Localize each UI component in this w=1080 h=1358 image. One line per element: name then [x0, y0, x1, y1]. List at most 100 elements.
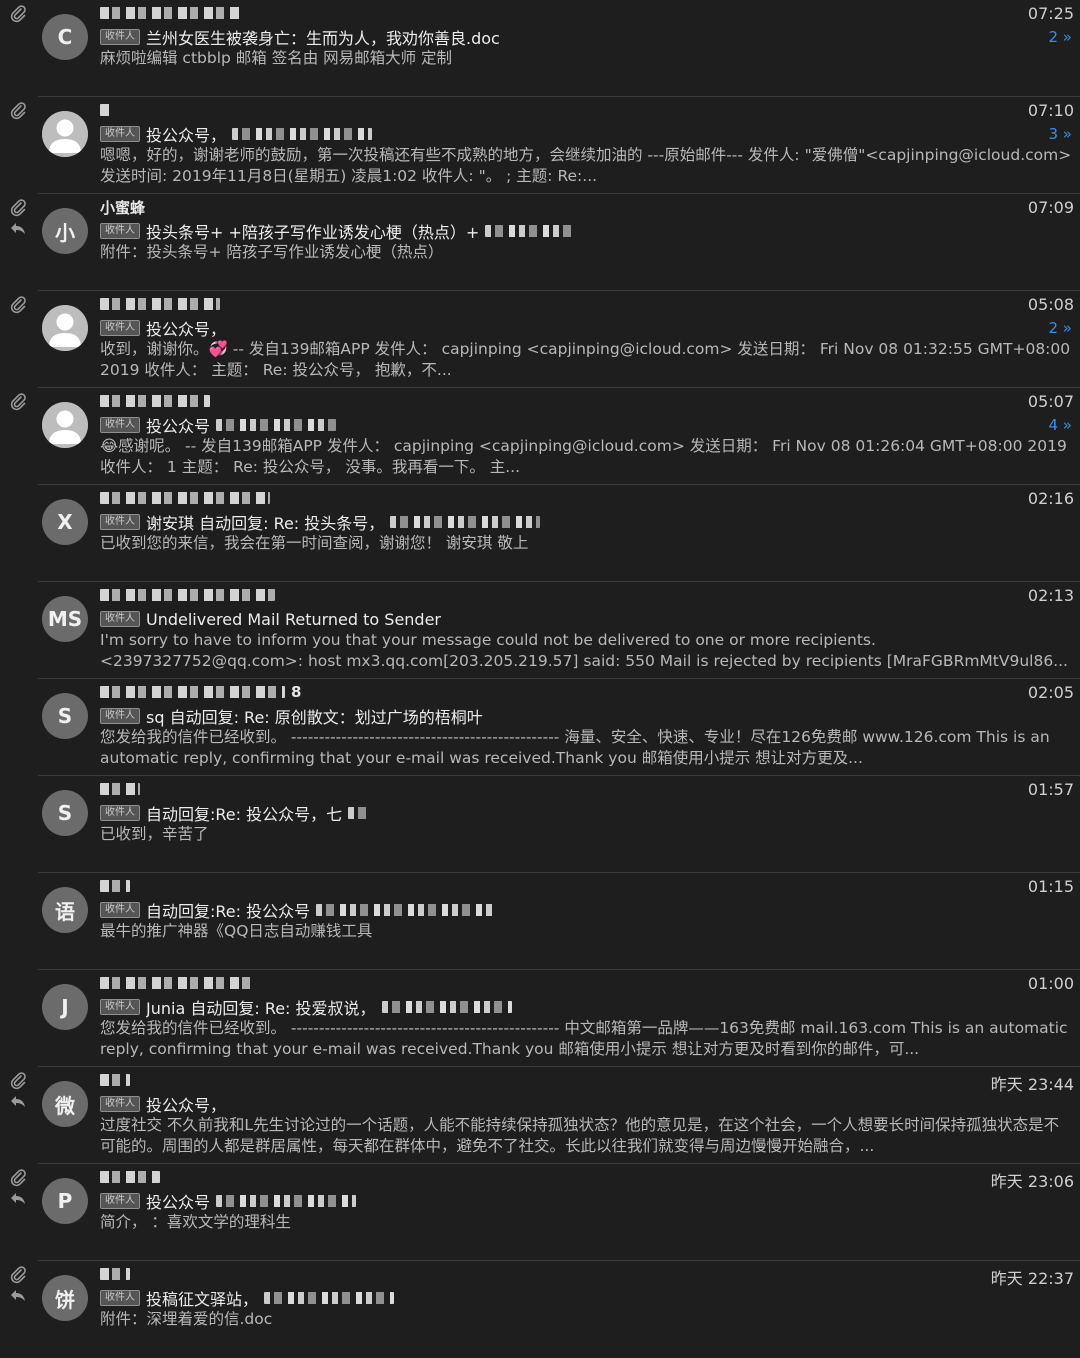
- message-row[interactable]: J 01:00 收件人 Junia 自动回复: Re: 投爱叔说， 您发给我的信…: [38, 970, 1080, 1067]
- preview-text: 已收到，辛苦了: [100, 825, 209, 843]
- avatar-initial: X: [57, 510, 73, 534]
- preview-text: 嗯嗯，好的，谢谢老师的鼓励，第一次投稿还有些不成熟的地方，会继续加油的 ---原…: [100, 146, 1072, 185]
- redacted-subject: [216, 1195, 357, 1207]
- message-row[interactable]: S 01:57 收件人 自动回复:Re: 投公众号，七 已收到，辛苦了: [38, 776, 1080, 873]
- attachment-icon: [10, 1266, 26, 1284]
- avatar: S: [42, 790, 88, 836]
- message-list: C 07:25 2 » 收件人 兰州女医生被袭身亡：生而为人，我劝你善良.doc…: [0, 0, 1080, 1358]
- message-row[interactable]: 05:07 4 » 收件人 投公众号 😂感谢呢。 -- 发自139邮箱APP 发…: [10, 388, 1080, 485]
- preview-text: 麻烦啦编辑 ctbblp 邮箱 签名由 网易邮箱大师 定制: [100, 49, 453, 67]
- subject-line: 收件人 投公众号: [100, 414, 1020, 436]
- subject-line: 收件人 投头条号+ +陪孩子写作业诱发心梗（热点）+: [100, 220, 1020, 242]
- recipient-tag: 收件人: [100, 1290, 140, 1306]
- message-row[interactable]: S 8 02:05 收件人 sq 自动回复: Re: 原创散文：划过广场的梧桐叶…: [38, 679, 1080, 776]
- sender: [100, 293, 800, 315]
- sender: [100, 487, 800, 509]
- message-row[interactable]: 小 小蜜蜂 07:09 收件人 投头条号+ +陪孩子写作业诱发心梗（热点）+ 附…: [10, 194, 1080, 291]
- thread-count[interactable]: 2 »: [1049, 28, 1073, 46]
- message-row[interactable]: 语 01:15 收件人 自动回复:Re: 投公众号 最牛的推广神器《QQ日志自动…: [38, 873, 1080, 970]
- message-row[interactable]: 饼 昨天 22:37 收件人 投稿征文驿站， 附件：深埋着爱的信.doc: [10, 1261, 1080, 1358]
- message-row[interactable]: X 02:16 收件人 谢安琪 自动回复: Re: 投头条号， 已收到您的来信，…: [38, 485, 1080, 582]
- sender: 8: [100, 681, 800, 703]
- avatar: C: [42, 14, 88, 60]
- status-icons: [0, 1168, 36, 1206]
- preview-text: I'm sorry to have to inform you that you…: [100, 631, 1068, 670]
- subject-line: 收件人 兰州女医生被袭身亡：生而为人，我劝你善良.doc: [100, 26, 1020, 48]
- message-row[interactable]: 07:10 3 » 收件人 投公众号， 嗯嗯，好的，谢谢老师的鼓励，第一次投稿还…: [10, 97, 1080, 194]
- redacted-subject: [316, 904, 497, 916]
- redacted-sender: [100, 783, 140, 795]
- subject-line: 收件人 投公众号: [100, 1190, 1020, 1212]
- subject: 兰州女医生被袭身亡：生而为人，我劝你善良.doc: [146, 29, 500, 48]
- subject-line: 收件人 谢安琪 自动回复: Re: 投头条号，: [100, 511, 1020, 533]
- received-time: 01:57: [1027, 780, 1074, 799]
- redacted-sender: [100, 298, 220, 310]
- received-time: 02:05: [1027, 683, 1074, 702]
- avatar: MS: [42, 596, 88, 642]
- avatar: 语: [42, 887, 88, 933]
- thread-count[interactable]: 3 »: [1049, 125, 1073, 143]
- thread-count[interactable]: 2 »: [1049, 319, 1073, 337]
- subject: sq 自动回复: Re: 原创散文：划过广场的梧桐叶: [146, 708, 483, 727]
- avatar-initial: S: [57, 704, 73, 728]
- avatar: P: [42, 1178, 88, 1224]
- preview-text: 简介， ：喜欢文学的理科生: [100, 1213, 291, 1231]
- attachment-icon: [10, 393, 26, 411]
- avatar-initial: 饼: [55, 1287, 75, 1312]
- avatar-initial: J: [61, 995, 69, 1019]
- avatar: 小: [42, 208, 88, 254]
- subject: 投公众号，: [146, 1096, 227, 1115]
- message-row[interactable]: MS 02:13 收件人 Undelivered Mail Returned t…: [38, 582, 1080, 679]
- sender: [100, 584, 800, 606]
- subject: 投公众号，: [146, 126, 227, 145]
- received-time: 02:13: [1027, 586, 1074, 605]
- redacted-subject: [485, 225, 576, 237]
- recipient-tag: 收件人: [100, 126, 140, 142]
- avatar-initial: 微: [55, 1093, 75, 1118]
- message-row[interactable]: C 07:25 2 » 收件人 兰州女医生被袭身亡：生而为人，我劝你善良.doc…: [10, 0, 1080, 97]
- received-time: 昨天 23:06: [990, 1172, 1074, 1191]
- redacted-sender: [100, 1074, 130, 1086]
- message-row[interactable]: 微 昨天 23:44 收件人 投公众号， 过度社交 不久前我和L先生讨论过的一个…: [10, 1067, 1080, 1164]
- status-icons: [0, 392, 36, 412]
- recipient-tag: 收件人: [100, 29, 140, 45]
- subject: Undelivered Mail Returned to Sender: [146, 609, 441, 629]
- message-row[interactable]: 05:08 2 » 收件人 投公众号， 收到，谢谢你。💞 -- 发自139邮箱A…: [10, 291, 1080, 388]
- avatar: X: [42, 499, 88, 545]
- redacted-subject: [232, 128, 373, 140]
- message-row[interactable]: P 昨天 23:06 收件人 投公众号 简介， ：喜欢文学的理科生: [10, 1164, 1080, 1261]
- thread-count[interactable]: 4 »: [1049, 416, 1073, 434]
- status-icons: [0, 1265, 36, 1303]
- sender: [100, 99, 800, 121]
- sender: [100, 390, 800, 412]
- recipient-tag: 收件人: [100, 611, 140, 627]
- received-time: 昨天 22:37: [990, 1269, 1074, 1288]
- received-time: 05:08: [1027, 295, 1074, 314]
- preview-text: 您发给我的信件已经收到。 ---------------------------…: [100, 1019, 1068, 1058]
- person-icon: [42, 402, 88, 448]
- subject: Junia 自动回复: Re: 投爱叔说，: [146, 999, 376, 1018]
- person-icon: [42, 305, 88, 351]
- preview-text: 附件：投头条号+ 陪孩子写作业诱发心梗（热点）: [100, 243, 444, 261]
- attachment-icon: [10, 199, 26, 217]
- subject-line: 收件人 投公众号，: [100, 123, 1020, 145]
- received-time: 07:10: [1027, 101, 1074, 120]
- sender: 小蜜蜂: [100, 196, 800, 218]
- status-icons: [0, 295, 36, 315]
- preview-text: 😂感谢呢。 -- 发自139邮箱APP 发件人： capjinping <cap…: [100, 437, 1067, 476]
- sender: [100, 2, 800, 24]
- recipient-tag: 收件人: [100, 223, 140, 239]
- redacted-sender: [100, 686, 285, 698]
- preview-text: 最牛的推广神器《QQ日志自动赚钱工具: [100, 922, 373, 940]
- redacted-sender: [100, 589, 275, 601]
- sender: [100, 875, 800, 897]
- status-icons: [0, 4, 36, 24]
- recipient-tag: 收件人: [100, 708, 140, 724]
- recipient-tag: 收件人: [100, 1193, 140, 1209]
- sender: [100, 1263, 800, 1285]
- subject-line: 收件人 自动回复:Re: 投公众号: [100, 899, 1020, 921]
- received-time: 01:15: [1027, 877, 1074, 896]
- sender: [100, 1069, 800, 1091]
- sender: [100, 1166, 800, 1188]
- attachment-icon: [10, 296, 26, 314]
